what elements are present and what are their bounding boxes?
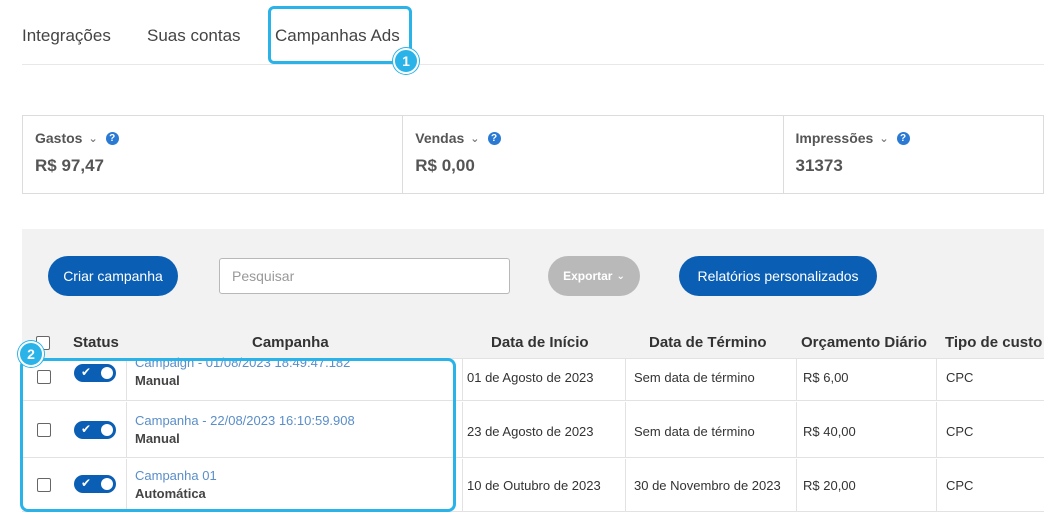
column-divider <box>936 359 937 400</box>
cost-type: CPC <box>946 478 974 493</box>
header-daily-budget[interactable]: Orçamento Diário <box>801 334 927 351</box>
chevron-down-icon[interactable]: ⌄ <box>88 132 97 145</box>
rows-highlight-box <box>20 358 456 512</box>
chevron-down-icon[interactable]: ⌄ <box>879 132 888 145</box>
help-icon[interactable]: ? <box>487 131 501 145</box>
column-divider <box>625 402 626 457</box>
metric-value: 31373 <box>795 156 843 175</box>
column-divider <box>936 459 937 511</box>
metric-label: Gastos <box>35 130 83 146</box>
column-divider <box>462 459 463 511</box>
help-icon[interactable]: ? <box>105 131 119 145</box>
daily-budget: R$ 6,00 <box>803 370 849 385</box>
column-divider <box>796 359 797 400</box>
step-badge-1: 1 <box>393 48 419 74</box>
chevron-down-icon: ⌄ <box>616 270 625 282</box>
tab-integracoes[interactable]: Integrações <box>22 26 111 46</box>
column-divider <box>625 459 626 511</box>
column-divider <box>625 359 626 400</box>
tab-bar: Integrações Suas contas Campanhas Ads <box>22 0 1044 65</box>
metric-label: Vendas <box>415 130 465 146</box>
custom-reports-button[interactable]: Relatórios personalizados <box>679 256 877 296</box>
header-campaign[interactable]: Campanha <box>252 334 329 351</box>
metric-impressoes: Impressões ⌄ ? 31373 <box>784 116 1044 193</box>
metric-vendas: Vendas ⌄ ? R$ 0,00 <box>403 116 784 193</box>
step-badge-2: 2 <box>18 341 44 367</box>
help-icon[interactable]: ? <box>896 131 910 145</box>
daily-budget: R$ 20,00 <box>803 478 856 493</box>
tab-highlight-box <box>268 6 412 64</box>
column-divider <box>462 402 463 457</box>
metric-gastos: Gastos ⌄ ? R$ 97,47 <box>23 116 404 193</box>
end-date: Sem data de término <box>634 370 755 385</box>
create-campaign-button[interactable]: Criar campanha <box>48 256 178 296</box>
header-start-date[interactable]: Data de Início <box>491 334 589 351</box>
cost-type: CPC <box>946 424 974 439</box>
header-end-date[interactable]: Data de Término <box>649 334 767 351</box>
start-date: 10 de Outubro de 2023 <box>467 478 601 493</box>
column-divider <box>462 359 463 400</box>
export-label: Exportar <box>563 269 613 283</box>
metrics-panel: Gastos ⌄ ? R$ 97,47 Vendas ⌄ ? R$ 0,00 I… <box>22 115 1044 194</box>
start-date: 01 de Agosto de 2023 <box>467 370 594 385</box>
search-input[interactable] <box>219 258 510 294</box>
column-divider <box>796 459 797 511</box>
daily-budget: R$ 40,00 <box>803 424 856 439</box>
metric-label: Impressões <box>795 130 874 146</box>
metric-value: R$ 97,47 <box>35 156 104 175</box>
end-date: 30 de Novembro de 2023 <box>634 478 781 493</box>
export-button[interactable]: Exportar ⌄ <box>548 256 640 296</box>
cost-type: CPC <box>946 370 974 385</box>
column-divider <box>936 402 937 457</box>
chevron-down-icon[interactable]: ⌄ <box>470 132 479 145</box>
header-cost-type[interactable]: Tipo de custo <box>945 334 1042 351</box>
header-status[interactable]: Status <box>73 334 119 351</box>
metric-value: R$ 0,00 <box>415 156 475 175</box>
tab-suas-contas[interactable]: Suas contas <box>147 26 241 46</box>
column-divider <box>796 402 797 457</box>
start-date: 23 de Agosto de 2023 <box>467 424 594 439</box>
end-date: Sem data de término <box>634 424 755 439</box>
